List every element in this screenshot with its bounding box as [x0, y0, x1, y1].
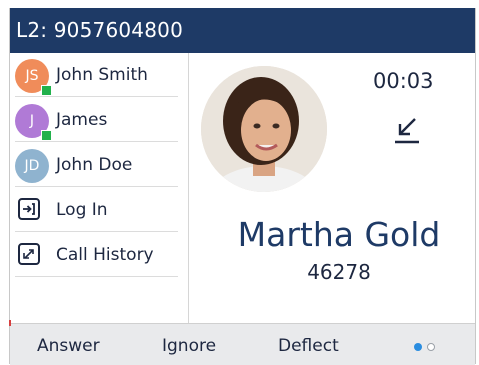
- contacts-panel: JS John Smith J James JD John Doe Log In…: [10, 53, 189, 323]
- login-button[interactable]: Log In: [10, 188, 178, 232]
- contact-name: John Doe: [56, 155, 133, 175]
- call-timer: 00:03: [373, 69, 434, 93]
- softkey-bar: Answer Ignore Deflect: [10, 323, 475, 365]
- ignore-button[interactable]: Ignore: [162, 336, 216, 356]
- call-history-icon: [18, 243, 40, 265]
- answer-button[interactable]: Answer: [37, 336, 100, 356]
- line-header: L2: 9057604800: [10, 8, 475, 53]
- caller-number: 46278: [307, 260, 371, 284]
- deflect-button[interactable]: Deflect: [278, 336, 339, 356]
- contact-item-james[interactable]: J James: [10, 98, 178, 142]
- contact-name: James: [56, 110, 108, 130]
- login-label: Log In: [56, 200, 108, 220]
- caller-name: Martha Gold: [237, 215, 441, 254]
- contact-item-john-smith[interactable]: JS John Smith: [10, 53, 178, 97]
- contact-name: John Smith: [56, 65, 148, 85]
- caller-photo: [201, 66, 327, 192]
- page-indicator-active[interactable]: [414, 343, 422, 351]
- edge-marker: [9, 320, 11, 326]
- call-history-button[interactable]: Call History: [10, 233, 178, 277]
- presence-available-icon: [41, 130, 52, 141]
- call-panel: 00:03 Martha Gold 46278: [189, 53, 475, 323]
- contact-item-john-doe[interactable]: JD John Doe: [10, 143, 178, 187]
- call-history-label: Call History: [56, 245, 154, 265]
- incoming-call-arrow-icon: [394, 113, 420, 145]
- line-label: L2: 9057604800: [16, 18, 184, 42]
- page-indicator-inactive[interactable]: [427, 343, 435, 351]
- contact-avatar: JD: [15, 149, 49, 183]
- phone-screen: L2: 9057604800 JS John Smith J James JD …: [9, 8, 476, 365]
- login-icon: [18, 198, 40, 220]
- presence-available-icon: [41, 85, 52, 96]
